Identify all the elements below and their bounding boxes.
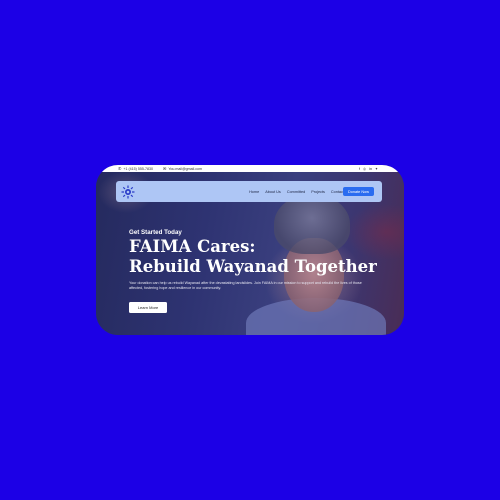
twitter-icon[interactable]: ✦ [375, 167, 378, 171]
facebook-icon[interactable]: f [359, 167, 360, 171]
phone-contact[interactable]: ✆ +1 (415) 555-7830 [118, 165, 153, 172]
hero-title-line-2: Rebuild Wayanad Together [129, 257, 377, 276]
hero-title: FAIMA Cares: Rebuild Wayanad Together [129, 237, 377, 277]
email-contact[interactable]: ✉ You.mail@gmail.com [163, 165, 202, 172]
learn-more-button[interactable]: Learn More [129, 302, 167, 313]
nav-about-us[interactable]: About Us [265, 190, 281, 194]
faima-logo-icon[interactable] [121, 185, 135, 199]
phone-number: +1 (415) 555-7830 [123, 166, 154, 171]
top-contact-bar: ✆ +1 (415) 555-7830 ✉ You.mail@gmail.com… [96, 165, 404, 172]
hero-section: Home About Us Committed Projects Contact… [96, 172, 404, 335]
social-links: f ◎ in ✦ [359, 165, 378, 172]
donate-now-button[interactable]: Donate Now [343, 187, 374, 196]
website-preview-card: ✆ +1 (415) 555-7830 ✉ You.mail@gmail.com… [96, 165, 404, 335]
nav-home[interactable]: Home [249, 190, 259, 194]
hero-description: Your donation can help us rebuild Wayana… [129, 281, 362, 290]
mail-icon: ✉ [163, 166, 167, 171]
hero-eyebrow: Get Started Today [129, 229, 182, 236]
instagram-icon[interactable]: ◎ [363, 167, 366, 171]
main-navbar: Home About Us Committed Projects Contact… [116, 181, 382, 202]
nav-links: Home About Us Committed Projects Contact [249, 181, 344, 202]
hero-title-line-1: FAIMA Cares: [129, 237, 256, 256]
nav-committed[interactable]: Committed [287, 190, 305, 194]
nav-projects[interactable]: Projects [311, 190, 325, 194]
linkedin-icon[interactable]: in [369, 167, 372, 171]
email-address: You.mail@gmail.com [168, 166, 203, 171]
phone-icon: ✆ [118, 166, 122, 171]
